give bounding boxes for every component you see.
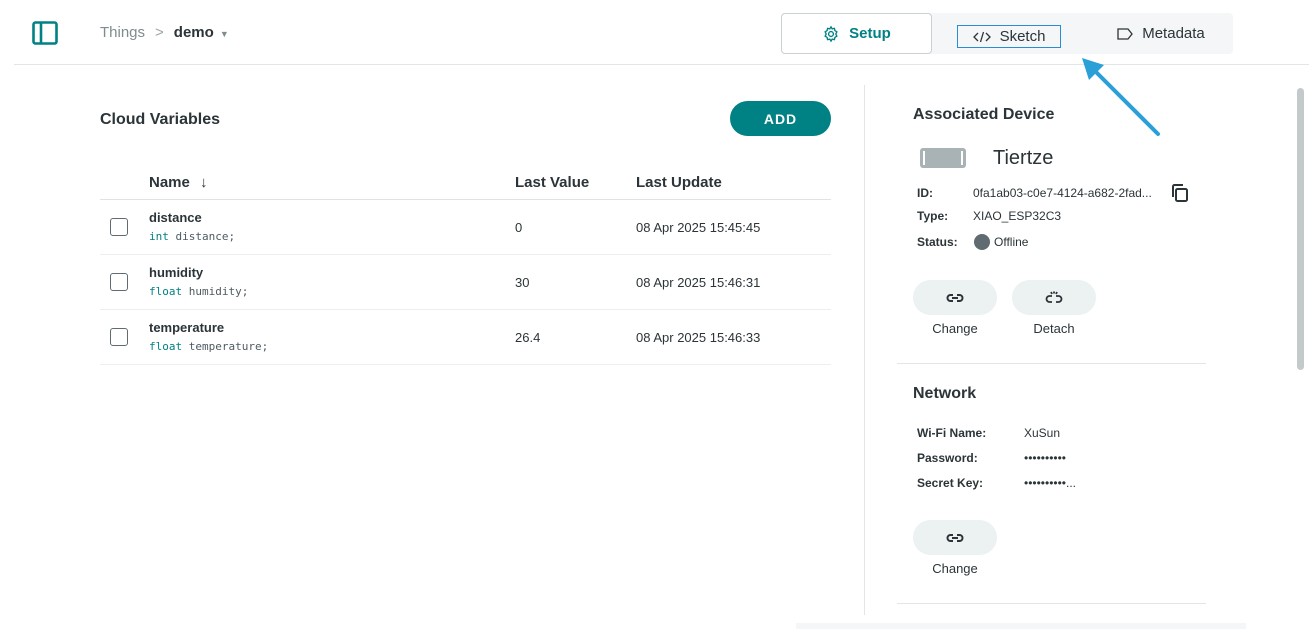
annotation-arrow-icon: [1082, 58, 1160, 136]
detach-device-label: Detach: [1033, 321, 1075, 336]
secret-key-label: Secret Key:: [917, 476, 984, 490]
variable-last-update: 08 Apr 2025 15:45:45: [636, 220, 761, 235]
associated-device-title: Associated Device: [913, 106, 1055, 123]
variable-name: temperature: [149, 320, 225, 335]
scrollbar-thumb[interactable]: [1297, 88, 1304, 370]
section-divider: [897, 603, 1206, 604]
table-row[interactable]: humidity float humidity; 30 08 Apr 2025 …: [100, 255, 831, 310]
variable-decl-name: distance;: [168, 230, 236, 243]
variable-declaration: int distance;: [149, 230, 235, 243]
bottom-strip: [796, 623, 1246, 629]
password-value: ••••••••••: [1024, 451, 1067, 465]
tab-metadata-label: Metadata: [1142, 25, 1205, 42]
tab-setup[interactable]: Setup: [781, 13, 932, 54]
link-icon: [946, 533, 964, 542]
section-divider: [897, 363, 1206, 364]
variables-table: Name ↓ Last Value Last Update distance i…: [100, 165, 831, 365]
network-title: Network: [913, 385, 977, 402]
device-status-value: Offline: [994, 235, 1029, 249]
copy-icon[interactable]: [1170, 183, 1190, 203]
row-checkbox[interactable]: [110, 328, 128, 346]
wifi-name-value: XuSun: [1024, 426, 1061, 440]
variable-name: humidity: [149, 265, 204, 280]
panel-divider: [864, 85, 865, 615]
device-type-value: XIAO_ESP32C3: [973, 209, 1062, 223]
variable-type: float: [149, 340, 183, 353]
variable-declaration: float temperature;: [149, 340, 268, 353]
variable-decl-name: humidity;: [182, 285, 249, 298]
add-variable-button[interactable]: ADD: [730, 101, 831, 136]
status-offline-icon: [974, 234, 990, 250]
change-device-button[interactable]: [913, 280, 997, 315]
variable-last-update: 08 Apr 2025 15:46:31: [636, 275, 761, 290]
tab-sketch[interactable]: Sketch: [957, 25, 1061, 48]
detach-device-button[interactable]: [1012, 280, 1096, 315]
arrow-down-icon: ↓: [200, 174, 208, 191]
variable-last-update: 08 Apr 2025 15:46:33: [636, 330, 761, 345]
change-network-button[interactable]: [913, 520, 997, 555]
tab-metadata[interactable]: Metadata: [1101, 13, 1221, 54]
variable-declaration: float humidity;: [149, 285, 248, 298]
device-id-value: 0fa1ab03-c0e7-4124-a682-2fad...: [973, 186, 1152, 200]
column-header-name-label: Name: [149, 174, 190, 191]
column-header-name[interactable]: Name ↓: [149, 174, 208, 191]
password-label: Password:: [917, 451, 978, 465]
device-board-icon: [920, 148, 966, 168]
wifi-name-label: Wi-Fi Name:: [917, 426, 987, 440]
breadcrumb: Things > demo ▼: [100, 24, 229, 41]
device-name: Tiertze: [993, 147, 1054, 169]
variable-type: float: [149, 285, 183, 298]
variable-type: int: [149, 230, 169, 243]
link-icon: [946, 293, 964, 302]
variable-decl-name: temperature;: [182, 340, 269, 353]
code-icon: [972, 31, 991, 42]
table-header: Name ↓ Last Value Last Update: [100, 165, 831, 200]
column-header-last-value: Last Value: [515, 174, 590, 191]
gear-icon: [824, 25, 838, 42]
breadcrumb-things-link[interactable]: Things: [100, 24, 145, 41]
device-type-label: Type:: [917, 209, 949, 223]
variable-last-value: 0: [515, 220, 523, 235]
tab-sketch-label: Sketch: [999, 28, 1046, 45]
table-row[interactable]: distance int distance; 0 08 Apr 2025 15:…: [100, 200, 831, 255]
variable-last-value: 30: [515, 275, 530, 290]
chevron-down-icon[interactable]: ▼: [220, 29, 229, 39]
sidebar-toggle-icon[interactable]: [32, 21, 58, 45]
change-device-label: Change: [932, 321, 978, 336]
column-header-last-update: Last Update: [636, 174, 722, 191]
row-checkbox[interactable]: [110, 218, 128, 236]
breadcrumb-current-thing[interactable]: demo: [174, 24, 214, 41]
unlink-icon: [1045, 291, 1063, 303]
tag-icon: [1117, 27, 1134, 40]
variable-name: distance: [149, 210, 202, 225]
device-status-label: Status:: [917, 235, 958, 249]
breadcrumb-separator: >: [155, 24, 164, 41]
variable-last-value: 26.4: [515, 330, 541, 345]
table-row[interactable]: temperature float temperature; 26.4 08 A…: [100, 310, 831, 365]
secret-key-value: ••••••••••...: [1024, 476, 1077, 490]
row-checkbox[interactable]: [110, 273, 128, 291]
cloud-variables-title: Cloud Variables: [100, 111, 221, 128]
view-tabs: Setup Sketch Metadata: [781, 13, 1233, 54]
tab-setup-label: Setup: [849, 25, 891, 42]
device-id-label: ID:: [917, 186, 933, 200]
change-network-label: Change: [932, 561, 978, 576]
